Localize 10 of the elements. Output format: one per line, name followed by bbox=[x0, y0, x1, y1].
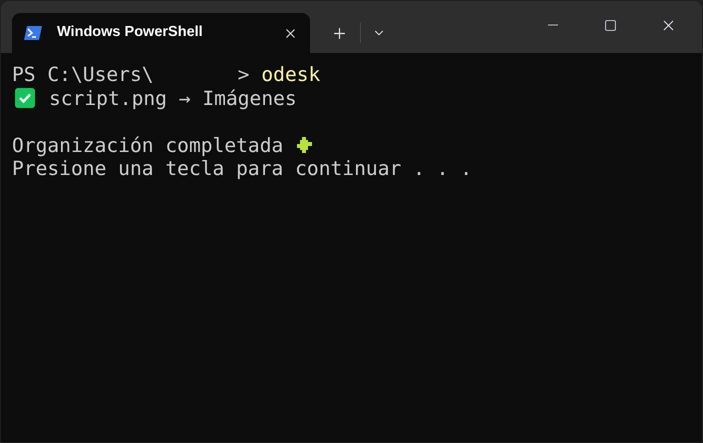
output-line: Organización completada bbox=[12, 132, 284, 159]
check-mark-icon bbox=[15, 88, 35, 108]
output-line: Presione una tecla para continuar . . . bbox=[12, 156, 472, 182]
prompt-symbol: > bbox=[238, 62, 250, 88]
output-line: script.png → Imágenes bbox=[49, 86, 297, 112]
maximize-icon[interactable] bbox=[604, 18, 617, 32]
command-text: odesk bbox=[261, 62, 320, 88]
prompt-path: PS C:\Users\ bbox=[12, 62, 154, 88]
tab[interactable]: Windows PowerShell bbox=[12, 13, 310, 53]
powershell-icon bbox=[24, 26, 42, 40]
